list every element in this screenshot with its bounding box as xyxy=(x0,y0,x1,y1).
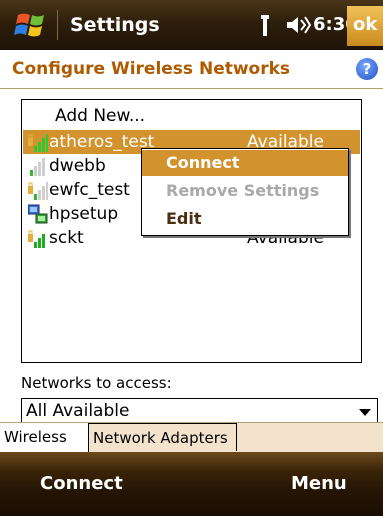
add-new-item[interactable]: Add New... xyxy=(55,104,145,128)
softkey-bar: Connect Menu xyxy=(0,452,383,516)
window-title: Settings xyxy=(70,14,160,36)
help-icon[interactable]: ? xyxy=(356,58,378,80)
context-menu: Connect Remove Settings Edit xyxy=(141,148,349,236)
header-divider xyxy=(0,88,383,89)
dropdown-arrow-icon[interactable] xyxy=(359,409,371,416)
volume-icon[interactable] xyxy=(285,14,311,36)
ok-button[interactable]: ok xyxy=(347,6,383,46)
network-name: sckt xyxy=(49,228,84,248)
connectivity-icon[interactable] xyxy=(258,14,272,38)
network-name: ewfc_test xyxy=(49,180,130,200)
menu-softkey[interactable]: Menu xyxy=(291,470,347,498)
menu-item-remove-settings: Remove Settings xyxy=(166,181,320,200)
signal-weak-icon xyxy=(30,158,45,176)
networks-to-access-select[interactable]: All Available xyxy=(21,398,378,425)
menu-item-connect[interactable]: Connect xyxy=(142,150,348,176)
adhoc-computer-icon xyxy=(28,204,48,224)
windows-start-icon[interactable] xyxy=(14,7,50,43)
signal-secure-weak-icon xyxy=(28,182,48,200)
select-value: All Available xyxy=(26,401,130,421)
network-name: dwebb xyxy=(49,156,106,176)
signal-secure-icon xyxy=(28,134,48,152)
networks-to-access-label: Networks to access: xyxy=(21,374,172,392)
menu-item-edit[interactable]: Edit xyxy=(142,206,348,232)
connect-softkey[interactable]: Connect xyxy=(40,470,123,498)
page-title: Configure Wireless Networks xyxy=(12,59,291,79)
network-name: hpsetup xyxy=(49,204,119,224)
title-separator xyxy=(57,10,58,40)
tab-network-adapters[interactable]: Network Adapters xyxy=(89,423,237,451)
title-bar: Settings 6:30 ok xyxy=(0,0,383,50)
signal-secure-strong-icon xyxy=(28,230,45,248)
tab-wireless[interactable]: Wireless xyxy=(0,423,89,452)
network-name: atheros_test xyxy=(49,132,155,152)
tab-strip: Wireless Network Adapters xyxy=(0,422,383,452)
